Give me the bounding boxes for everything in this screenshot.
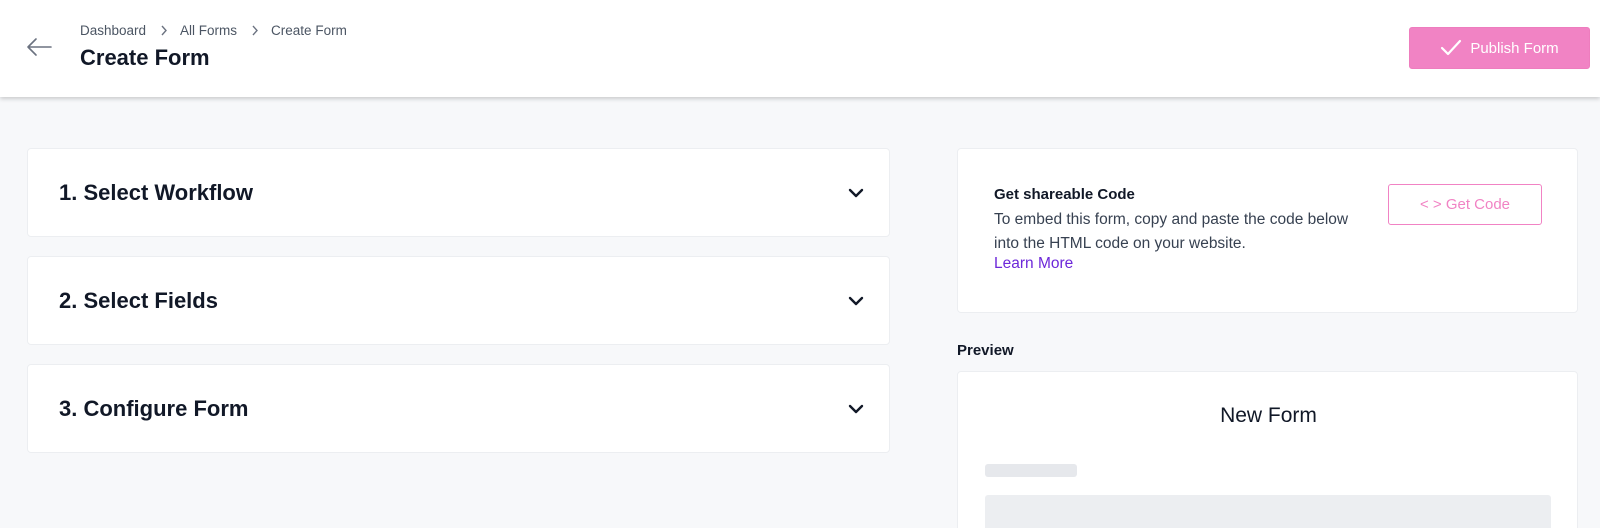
section-configure-form[interactable]: 3. Configure Form [27,364,890,453]
breadcrumb: Dashboard All Forms Create Form [80,23,347,38]
chevron-right-icon [160,25,168,36]
preview-label: Preview [957,342,1014,359]
arrow-left-icon [27,38,52,56]
learn-more-link[interactable]: Learn More [994,255,1073,273]
back-button[interactable] [26,36,52,58]
shareable-code-card: Get shareable Code To embed this form, c… [957,148,1578,313]
shareable-code-title: Get shareable Code [994,186,1135,203]
check-icon [1440,39,1462,57]
section-title: 1. Select Workflow [59,180,253,205]
page-title: Create Form [80,45,210,70]
section-title: 2. Select Fields [59,288,218,313]
breadcrumb-create-form: Create Form [271,23,347,38]
get-code-button[interactable]: < > Get Code [1388,184,1542,225]
publish-form-label: Publish Form [1470,39,1559,57]
section-select-fields[interactable]: 2. Select Fields [27,256,890,345]
chevron-down-icon[interactable] [848,295,864,307]
chevron-down-icon[interactable] [848,187,864,199]
breadcrumb-all-forms[interactable]: All Forms [180,23,237,38]
chevron-down-icon[interactable] [848,403,864,415]
chevron-right-icon [251,25,259,36]
section-select-workflow[interactable]: 1. Select Workflow [27,148,890,237]
preview-form-name: New Form [1220,404,1317,427]
shareable-code-description: To embed this form, copy and paste the c… [994,211,1349,252]
skeleton-input [985,495,1551,528]
section-title: 3. Configure Form [59,396,249,421]
form-preview: New Form [957,371,1578,528]
publish-form-button[interactable]: Publish Form [1409,27,1590,69]
skeleton-label [985,464,1077,477]
top-header: Dashboard All Forms Create Form Create F… [0,0,1600,97]
breadcrumb-dashboard[interactable]: Dashboard [80,23,146,38]
